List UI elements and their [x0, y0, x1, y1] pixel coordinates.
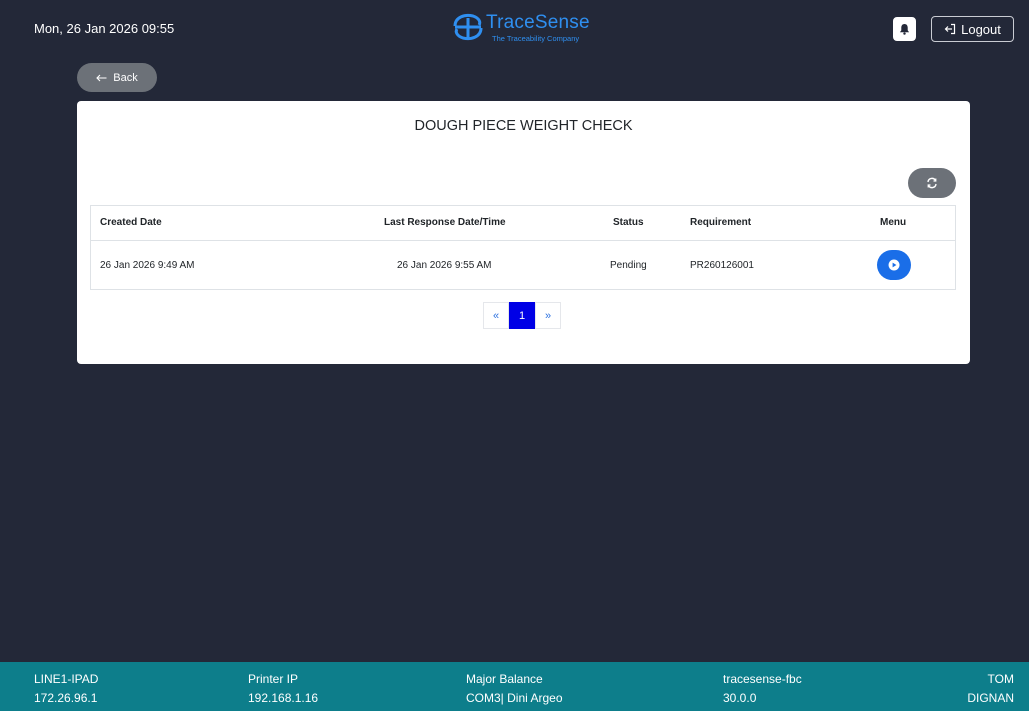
- col-menu: Menu: [880, 217, 907, 228]
- col-last-response: Last Response Date/Time: [384, 217, 506, 228]
- balance-value: COM3| Dini Argeo: [466, 691, 563, 705]
- printer-ip: 192.168.1.16: [248, 691, 319, 705]
- back-button[interactable]: Back: [77, 63, 157, 92]
- cell-created-date: 26 Jan 2026 9:49 AM: [100, 260, 195, 271]
- back-label: Back: [113, 71, 138, 84]
- weight-check-card: DOUGH PIECE WEIGHT CHECK Created Date La…: [77, 101, 970, 364]
- cell-status: Pending: [610, 260, 647, 271]
- user-first-name: TOM: [987, 672, 1014, 686]
- arrow-left-icon: [96, 74, 107, 81]
- logo-name: TraceSense: [486, 12, 590, 33]
- table-header: Created Date Last Response Date/Time Sta…: [91, 206, 955, 241]
- notifications-button[interactable]: [893, 17, 916, 41]
- device-label: LINE1-IPAD: [34, 672, 99, 686]
- balance-label: Major Balance: [466, 672, 543, 686]
- current-datetime: Mon, 26 Jan 2026 09:55: [34, 21, 175, 36]
- col-requirement: Requirement: [690, 217, 752, 228]
- refresh-button[interactable]: [908, 168, 956, 198]
- page-1-button[interactable]: 1: [509, 302, 535, 329]
- page-next-button[interactable]: »: [535, 302, 561, 329]
- top-header: Mon, 26 Jan 2026 09:55 TraceSense The Tr…: [0, 0, 1029, 60]
- col-created-date: Created Date: [100, 217, 162, 228]
- play-icon: [888, 259, 900, 271]
- bell-icon: [899, 23, 910, 35]
- pagination: « 1 »: [483, 302, 561, 329]
- logo-mark-icon: [453, 13, 483, 41]
- logout-button[interactable]: Logout: [931, 16, 1014, 42]
- page-prev-button[interactable]: «: [483, 302, 509, 329]
- row-open-button[interactable]: [877, 250, 911, 280]
- cell-requirement: PR260126001: [690, 260, 754, 271]
- printer-label: Printer IP: [248, 672, 299, 686]
- status-footer: LINE1-IPAD 172.26.96.1 Printer IP 192.16…: [0, 662, 1029, 711]
- app-version: 30.0.0: [723, 691, 757, 705]
- logo-tagline: The Traceability Company: [492, 34, 580, 43]
- app-name: tracesense-fbc: [723, 672, 802, 686]
- responses-table: Created Date Last Response Date/Time Sta…: [90, 205, 956, 290]
- refresh-icon: [927, 177, 937, 189]
- page-title: DOUGH PIECE WEIGHT CHECK: [414, 118, 633, 134]
- logout-icon: [944, 23, 956, 35]
- device-ip: 172.26.96.1: [34, 691, 98, 705]
- col-status: Status: [613, 217, 644, 228]
- logout-label: Logout: [961, 21, 1001, 37]
- tracesense-logo: TraceSense The Traceability Company: [451, 9, 601, 49]
- user-last-name: DIGNAN: [967, 691, 1014, 705]
- cell-last-response: 26 Jan 2026 9:55 AM: [397, 260, 492, 271]
